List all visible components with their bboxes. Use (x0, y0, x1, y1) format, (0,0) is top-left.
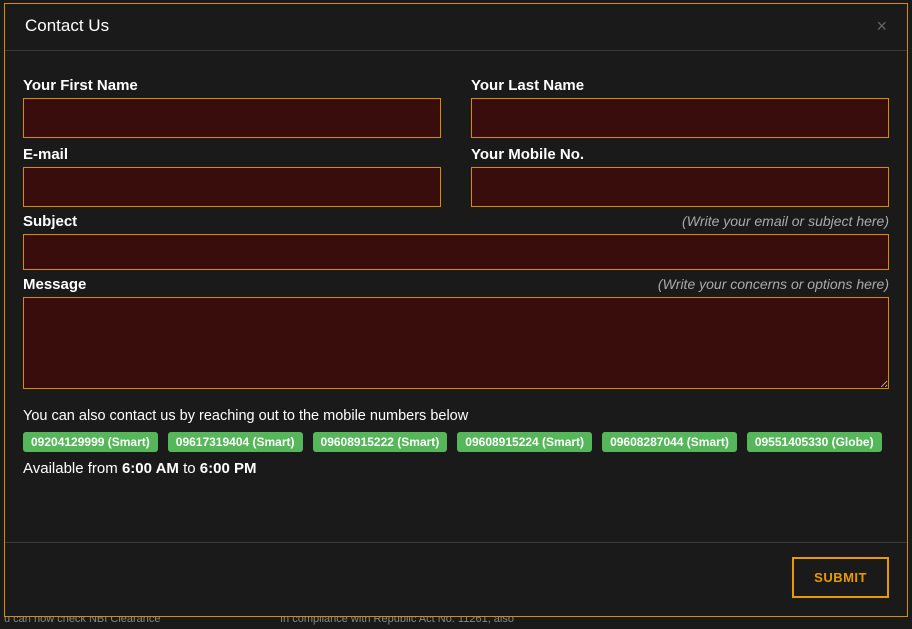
first-name-label: Your First Name (23, 77, 138, 94)
contact-numbers-container: 09204129999 (Smart) 09617319404 (Smart) … (23, 432, 889, 452)
submit-button[interactable]: SUBMIT (792, 557, 889, 598)
availability-line: Available from 6:00 AM to 6:00 PM (23, 460, 889, 477)
contact-number-badge: 09608287044 (Smart) (602, 432, 737, 452)
close-icon[interactable]: × (876, 17, 887, 35)
message-textarea[interactable] (23, 297, 889, 389)
subject-hint: (Write your email or subject here) (682, 213, 889, 229)
contact-number-badge: 09608915222 (Smart) (313, 432, 448, 452)
email-input[interactable] (23, 167, 441, 207)
availability-mid: to (179, 460, 200, 477)
contact-us-modal: Contact Us × Your First Name Your Last N… (4, 3, 908, 617)
modal-body: Your First Name Your Last Name E-mail (5, 51, 907, 532)
message-hint: (Write your concerns or options here) (658, 276, 889, 292)
contact-info-intro: You can also contact us by reaching out … (23, 408, 889, 424)
contact-number-badge: 09551405330 (Globe) (747, 432, 882, 452)
email-label: E-mail (23, 146, 68, 163)
contact-number-badge: 09617319404 (Smart) (168, 432, 303, 452)
mobile-input[interactable] (471, 167, 889, 207)
availability-start: 6:00 AM (122, 460, 179, 477)
modal-title: Contact Us (25, 16, 109, 36)
last-name-label: Your Last Name (471, 77, 584, 94)
modal-header: Contact Us × (5, 4, 907, 51)
mobile-label: Your Mobile No. (471, 146, 584, 163)
contact-number-badge: 09608915224 (Smart) (457, 432, 592, 452)
last-name-input[interactable] (471, 98, 889, 138)
contact-number-badge: 09204129999 (Smart) (23, 432, 158, 452)
availability-end: 6:00 PM (200, 460, 257, 477)
modal-footer: SUBMIT (5, 542, 907, 616)
message-label: Message (23, 276, 86, 293)
availability-prefix: Available from (23, 460, 122, 477)
first-name-input[interactable] (23, 98, 441, 138)
subject-input[interactable] (23, 234, 889, 270)
subject-label: Subject (23, 213, 77, 230)
